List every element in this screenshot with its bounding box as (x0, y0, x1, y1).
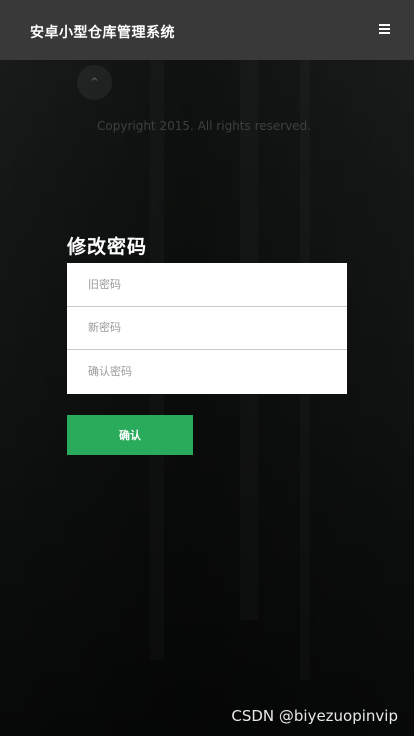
app-title: 安卓小型仓库管理系统 (30, 25, 175, 41)
copyright-text: Copyright 2015. All rights reserved. (97, 119, 312, 133)
confirm-password-input[interactable] (67, 350, 347, 394)
top-navbar: 安卓小型仓库管理系统 (0, 0, 414, 60)
change-password-form (67, 263, 347, 394)
old-password-input[interactable] (67, 263, 347, 307)
scroll-to-top-button[interactable]: ^ (77, 65, 112, 100)
hamburger-menu-icon[interactable] (379, 24, 390, 34)
chevron-up-icon: ^ (90, 77, 99, 88)
watermark-text: CSDN @biyezuopinvip (231, 707, 398, 725)
confirm-button[interactable]: 确认 (67, 415, 193, 455)
page-title: 修改密码 (67, 236, 148, 258)
new-password-input[interactable] (67, 306, 347, 351)
